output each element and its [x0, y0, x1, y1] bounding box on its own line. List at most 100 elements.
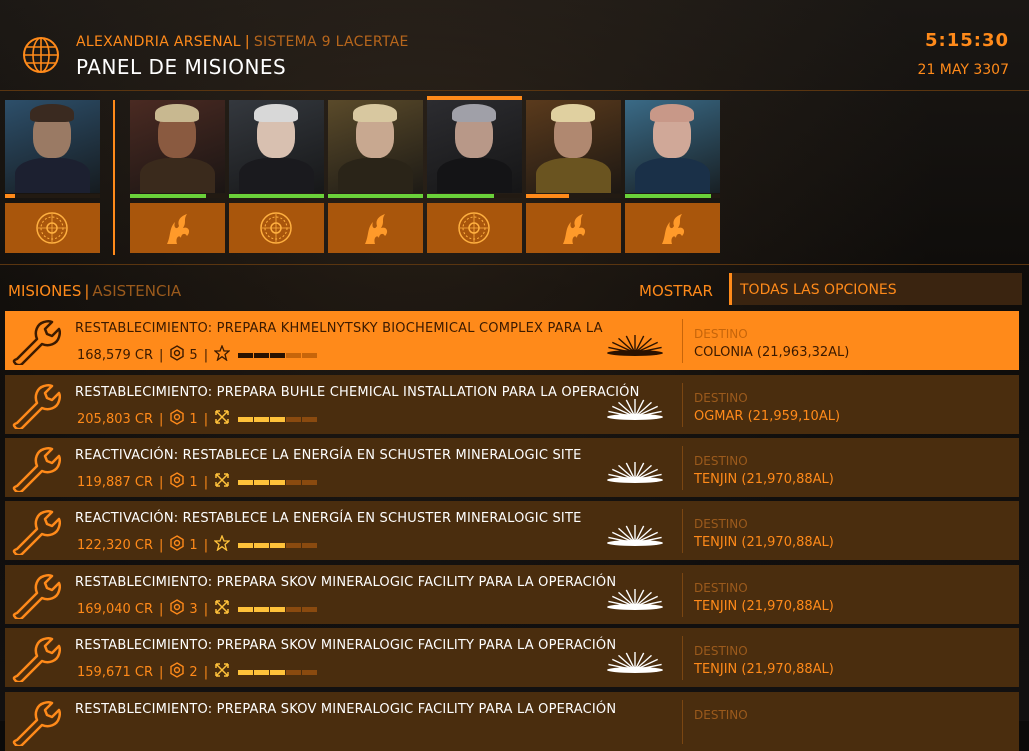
settlement-burst-icon [605, 583, 665, 611]
mission-tabs: MISIONES | ASISTENCIA [8, 282, 182, 300]
mission-row[interactable]: RESTABLECIMIENTO: PREPARA SKOV MINERALOG… [5, 628, 1019, 687]
rank-icon [169, 345, 189, 365]
mission-giver-card[interactable] [526, 96, 621, 254]
destination-label: DESTINO [694, 454, 748, 468]
mission-reward: 159,671 CR [77, 664, 154, 680]
portrait-image [328, 100, 423, 193]
star-icon [214, 345, 234, 365]
mission-meta: 205,803 CR | 1 | [77, 409, 318, 429]
show-label: MOSTRAR [639, 282, 713, 300]
wrench-icon [5, 375, 69, 434]
mission-destination: COLONIA (21,963,32AL) [694, 345, 850, 360]
mission-giver-card[interactable] [229, 96, 324, 254]
reputation-bar [526, 194, 621, 198]
mission-rank: 1 [189, 411, 198, 427]
mission-giver-card[interactable] [427, 96, 522, 254]
mission-rank: 5 [189, 347, 198, 363]
mission-row[interactable]: RESTABLECIMIENTO: PREPARA BUHLE CHEMICAL… [5, 375, 1019, 434]
faction-emblem [328, 203, 423, 253]
portrait-image [625, 100, 720, 193]
mission-row[interactable]: RESTABLECIMIENTO: PREPARA SKOV MINERALOG… [5, 692, 1019, 751]
mission-rank: 1 [189, 474, 198, 490]
mission-destination: OGMAR (21,959,10AL) [694, 409, 841, 424]
portrait-image [130, 100, 225, 193]
destination-divider [682, 700, 683, 744]
mission-meta: 159,671 CR | 2 | [77, 662, 318, 682]
crossed-arrows-icon [214, 472, 234, 492]
portrait-image [526, 100, 621, 193]
mission-row[interactable]: REACTIVACIÓN: RESTABLECE LA ENERGÍA EN S… [5, 501, 1019, 560]
wrench-icon [5, 501, 69, 560]
difficulty-bars [238, 669, 318, 675]
game-clock: 5:15:30 [924, 30, 1009, 51]
mission-giver-portraits [0, 96, 1029, 256]
mission-giver-card[interactable] [5, 96, 100, 254]
mission-destination: TENJIN (21,970,88AL) [694, 535, 834, 550]
settlement-burst-icon [605, 329, 665, 357]
reputation-bar [5, 194, 100, 198]
destination-divider [682, 446, 683, 490]
portrait-image [229, 100, 324, 193]
destination-divider [682, 509, 683, 553]
destination-divider [682, 319, 683, 363]
mission-reward: 168,579 CR [77, 347, 154, 363]
wrench-icon [5, 565, 69, 624]
difficulty-bars [238, 606, 318, 612]
mission-title: RESTABLECIMIENTO: PREPARA SKOV MINERALOG… [75, 638, 617, 653]
mission-title: RESTABLECIMIENTO: PREPARA SKOV MINERALOG… [75, 702, 617, 717]
system-name: SISTEMA 9 LACERTAE [253, 34, 409, 50]
reputation-bar [427, 194, 522, 198]
destination-label: DESTINO [694, 327, 748, 341]
settlement-burst-icon [605, 393, 665, 421]
destination-divider [682, 383, 683, 427]
section-divider [0, 264, 1029, 265]
mission-giver-card[interactable] [130, 96, 225, 254]
header-divider [0, 90, 1029, 91]
mission-reward: 205,803 CR [77, 411, 154, 427]
reputation-bar [625, 194, 720, 198]
wrench-icon [5, 692, 69, 751]
filter-dropdown[interactable]: TODAS LAS OPCIONES [729, 273, 1022, 305]
mission-title: REACTIVACIÓN: RESTABLECE LA ENERGÍA EN S… [75, 448, 582, 463]
mission-meta: 168,579 CR | 5 | [77, 345, 318, 365]
mission-rank: 1 [189, 537, 198, 553]
wrench-icon [5, 311, 69, 370]
mission-title: RESTABLECIMIENTO: PREPARA BUHLE CHEMICAL… [75, 385, 640, 400]
station-name: ALEXANDRIA ARSENAL [76, 34, 241, 50]
tab-missions[interactable]: MISIONES [8, 282, 81, 300]
mission-meta: 169,040 CR | 3 | [77, 599, 318, 619]
reputation-bar [229, 194, 324, 198]
mission-destination: TENJIN (21,970,88AL) [694, 599, 834, 614]
mission-rank: 3 [189, 601, 198, 617]
wrench-icon [5, 628, 69, 687]
mission-row[interactable]: REACTIVACIÓN: RESTABLECE LA ENERGÍA EN S… [5, 438, 1019, 497]
mission-row[interactable]: RESTABLECIMIENTO: PREPARA SKOV MINERALOG… [5, 565, 1019, 624]
mission-giver-card[interactable] [328, 96, 423, 254]
rank-icon [169, 472, 189, 492]
destination-label: DESTINO [694, 391, 748, 405]
page-title: PANEL DE MISIONES [76, 55, 287, 79]
mission-giver-card[interactable] [625, 96, 720, 254]
destination-label: DESTINO [694, 581, 748, 595]
crossed-arrows-icon [214, 599, 234, 619]
mission-reward: 169,040 CR [77, 601, 154, 617]
faction-emblem [5, 203, 100, 253]
station-location: ALEXANDRIA ARSENAL | SISTEMA 9 LACERTAE [76, 34, 409, 50]
filter-value: TODAS LAS OPCIONES [740, 282, 897, 298]
difficulty-bars [238, 416, 318, 422]
crossed-arrows-icon [214, 662, 234, 682]
faction-emblem [130, 203, 225, 253]
mission-meta: 122,320 CR | 1 | [77, 535, 318, 555]
rank-icon [169, 535, 189, 555]
globe-icon [23, 37, 59, 73]
settlement-burst-icon [605, 456, 665, 484]
rank-icon [169, 662, 189, 682]
faction-emblem [625, 203, 720, 253]
mission-destination: TENJIN (21,970,88AL) [694, 662, 834, 677]
portrait-image [5, 100, 100, 193]
difficulty-bars [238, 352, 318, 358]
mission-reward: 122,320 CR [77, 537, 154, 553]
mission-row[interactable]: RESTABLECIMIENTO: PREPARA KHMELNYTSKY BI… [5, 311, 1019, 370]
tab-assistance[interactable]: ASISTENCIA [92, 282, 181, 300]
portrait-image [427, 100, 522, 193]
